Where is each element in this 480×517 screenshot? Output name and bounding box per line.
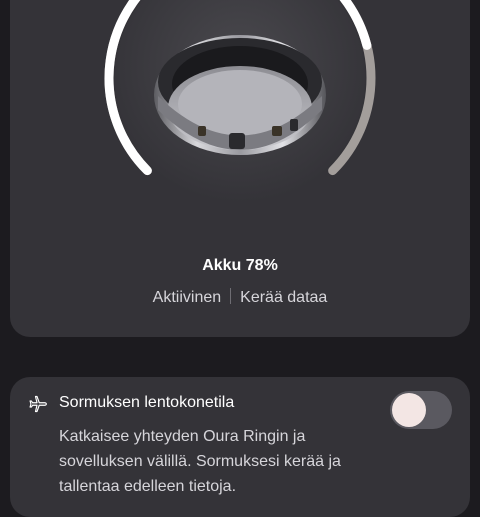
airplane-icon [29, 395, 47, 413]
status-active-label: Aktiivinen [152, 289, 222, 306]
toggle-knob [392, 393, 426, 427]
ring-status-row: Aktiivinen Kerää dataa [0, 288, 480, 307]
collect-data-link[interactable]: Kerää dataa [240, 289, 327, 306]
airplane-mode-title: Sormuksen lentokonetila [59, 394, 235, 411]
status-divider [230, 288, 232, 304]
ring-image [154, 35, 326, 155]
battery-gauge [104, 0, 376, 203]
battery-label: Akku 78% [202, 257, 278, 274]
airplane-mode-toggle[interactable] [390, 391, 452, 429]
airplane-mode-description: Katkaisee yhteyden Oura Ringin ja sovell… [59, 428, 341, 495]
